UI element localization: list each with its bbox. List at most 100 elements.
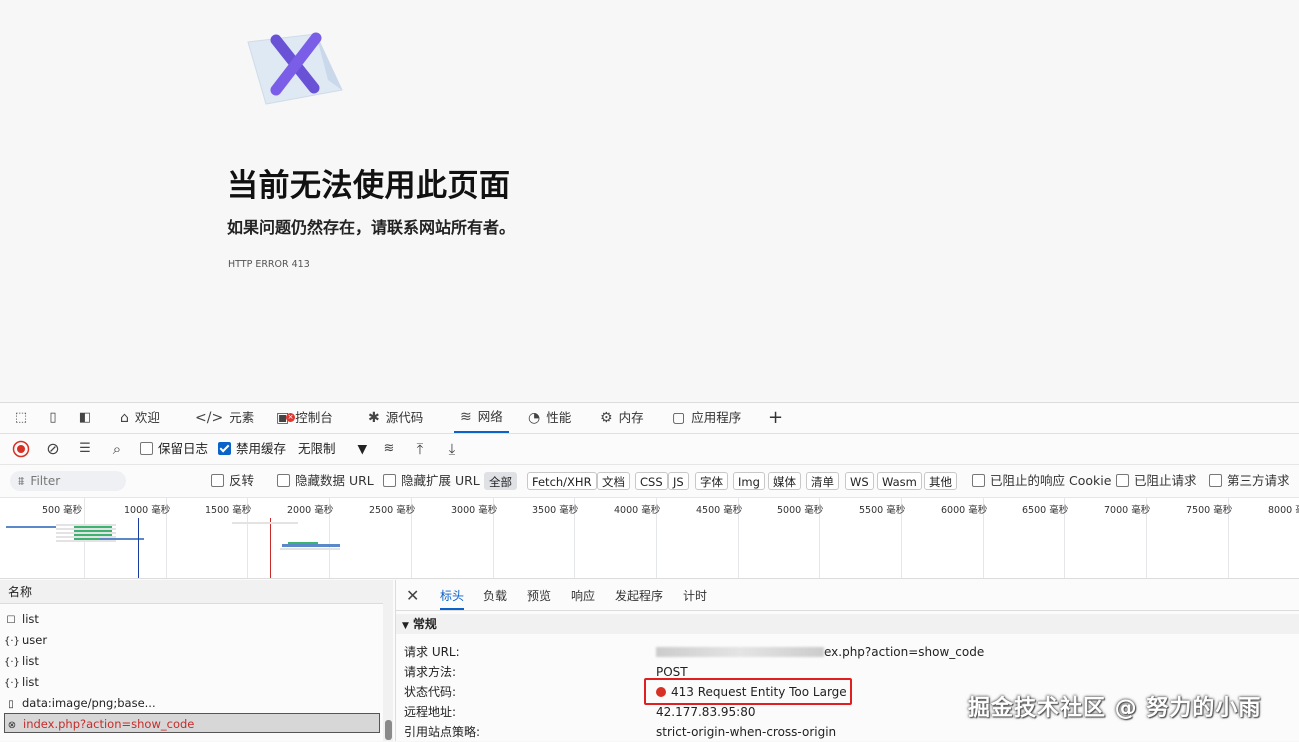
- request-row[interactable]: {·} list: [4, 651, 380, 671]
- preserve-log-checkbox[interactable]: 保留日志: [140, 440, 208, 458]
- page-title: 当前无法使用此页面: [227, 168, 511, 204]
- blocked-requests-checkbox[interactable]: 已阻止请求: [1116, 472, 1197, 490]
- request-list-scrollbar[interactable]: [383, 580, 393, 741]
- filter-type-media[interactable]: 媒体: [768, 472, 801, 490]
- tab-payload[interactable]: 负载: [483, 580, 507, 610]
- throttle-select[interactable]: 无限制 ▼: [298, 440, 367, 458]
- timeline-tick-label: 5500 毫秒: [859, 505, 906, 516]
- request-name: list: [22, 675, 39, 689]
- timeline-tick-label: 2500 毫秒: [369, 505, 416, 516]
- filter-type-doc[interactable]: 文档: [597, 472, 630, 490]
- network-conditions-icon[interactable]: ≋: [380, 440, 398, 458]
- detail-label: 请求 URL:: [404, 645, 460, 659]
- filter-type-css[interactable]: CSS: [635, 472, 668, 490]
- tab-welcome[interactable]: ⌂ 欢迎: [120, 403, 160, 433]
- referrer-policy-value[interactable]: strict-origin-when-cross-origin: [656, 722, 836, 742]
- checkbox[interactable]: [383, 474, 396, 487]
- filter-type-fetch[interactable]: Fetch/XHR: [527, 472, 597, 490]
- timeline-tick-label: 500 毫秒: [42, 505, 83, 516]
- request-row[interactable]: ▯ data:image/png;base...: [4, 693, 380, 713]
- close-icon[interactable]: ✕: [406, 586, 419, 605]
- tab-performance[interactable]: ◔ 性能: [528, 403, 571, 433]
- fetch-icon: {·}: [4, 657, 20, 668]
- filter-funnel-icon[interactable]: ☰: [76, 440, 94, 458]
- tab-initiator[interactable]: 发起程序: [615, 580, 663, 610]
- tab-label: 控制台: [295, 410, 333, 425]
- export-icon[interactable]: ⤓: [443, 440, 461, 458]
- filter-type-all[interactable]: 全部: [484, 472, 517, 490]
- waterfall-bar: [282, 544, 340, 547]
- checkbox[interactable]: [277, 474, 290, 487]
- timeline-tick-label: 5000 毫秒: [777, 505, 824, 516]
- clear-icon[interactable]: ⊘: [44, 440, 62, 458]
- disable-cache-checkbox[interactable]: 禁用缓存: [218, 440, 286, 458]
- import-icon[interactable]: ⤒: [411, 440, 429, 458]
- request-row[interactable]: ☐ list: [4, 609, 380, 629]
- code-icon: </>: [195, 410, 224, 426]
- filter-type-wasm[interactable]: Wasm: [877, 472, 922, 490]
- tab-elements[interactable]: </> 元素: [195, 403, 254, 433]
- tab-memory[interactable]: ⚙ 内存: [600, 403, 644, 433]
- tab-response[interactable]: 响应: [571, 580, 595, 610]
- add-tab-button[interactable]: +: [768, 403, 783, 433]
- waterfall-bar: [288, 542, 318, 544]
- request-row[interactable]: {·} user: [4, 630, 380, 650]
- tab-headers[interactable]: 标头: [440, 580, 465, 610]
- waterfall-bar: [6, 526, 56, 528]
- hide-data-urls-label: 隐藏数据 URL: [295, 473, 374, 488]
- filter-type-img[interactable]: Img: [733, 472, 765, 490]
- checkbox[interactable]: [140, 442, 153, 455]
- request-row[interactable]: {·} list: [4, 672, 380, 692]
- gauge-icon: ◔: [528, 410, 541, 426]
- request-row-selected[interactable]: ⊗ index.php?action=show_code: [4, 713, 380, 733]
- console-icon: ▣ ×: [276, 410, 295, 426]
- requests-header[interactable]: 名称: [0, 580, 390, 604]
- hide-ext-urls-checkbox[interactable]: 隐藏扩展 URL: [383, 472, 480, 490]
- tab-preview[interactable]: 预览: [527, 580, 551, 610]
- filter-type-js[interactable]: JS: [668, 472, 689, 490]
- filter-type-font[interactable]: 字体: [695, 472, 728, 490]
- request-name: data:image/png;base...: [22, 696, 156, 710]
- filter-placeholder: Filter: [30, 474, 61, 488]
- hide-data-urls-checkbox[interactable]: 隐藏数据 URL: [277, 472, 374, 490]
- error-code: HTTP ERROR 413: [228, 259, 310, 270]
- timeline-tick-label: 3000 毫秒: [451, 505, 498, 516]
- third-party-label: 第三方请求: [1227, 473, 1290, 488]
- checkbox[interactable]: [1116, 474, 1129, 487]
- general-section-header[interactable]: ▼ 常规: [396, 614, 1299, 634]
- filter-bar: ⩩ Filter 反转 隐藏数据 URL 隐藏扩展 URL 全部 Fetch/XH…: [0, 465, 1299, 498]
- device-emulation-icon[interactable]: ▯: [44, 409, 62, 427]
- tab-sources[interactable]: ✱ 源代码: [368, 403, 423, 433]
- blocked-cookies-checkbox[interactable]: 已阻止的响应 Cookie: [972, 472, 1111, 490]
- checkbox[interactable]: [1209, 474, 1222, 487]
- plus-icon: +: [768, 407, 784, 428]
- network-overview-timeline[interactable]: 500 毫秒 1000 毫秒 1500 毫秒 2000 毫秒 2500 毫秒 3000 毫…: [0, 498, 1299, 579]
- checkbox-checked[interactable]: [218, 442, 231, 455]
- remote-address-value[interactable]: 42.177.83.95:80: [656, 702, 755, 722]
- checkbox[interactable]: [211, 474, 224, 487]
- preserve-log-label: 保留日志: [158, 441, 209, 456]
- third-party-checkbox[interactable]: 第三方请求: [1209, 472, 1290, 490]
- filter-type-other[interactable]: 其他: [924, 472, 957, 490]
- waterfall-bar: [232, 522, 298, 524]
- record-icon[interactable]: [12, 440, 30, 458]
- checkbox[interactable]: [972, 474, 985, 487]
- dock-icon[interactable]: ◧: [76, 409, 94, 427]
- filter-input[interactable]: ⩩ Filter: [10, 471, 126, 491]
- request-url-value[interactable]: ex.php?action=show_code: [656, 642, 984, 662]
- invert-checkbox[interactable]: 反转: [211, 472, 254, 490]
- search-icon[interactable]: ⌕: [108, 440, 126, 458]
- tab-application[interactable]: ▢ 应用程序: [672, 403, 741, 433]
- scrollbar-thumb[interactable]: [385, 720, 392, 740]
- tab-label: 网络: [477, 409, 503, 424]
- tab-label: 欢迎: [134, 410, 160, 425]
- blocked-requests-label: 已阻止请求: [1134, 473, 1197, 488]
- inspect-icon[interactable]: ⬚: [12, 409, 30, 427]
- tab-console[interactable]: ▣ × 控制台: [276, 403, 333, 433]
- detail-label: 状态代码:: [404, 685, 457, 699]
- tab-timing[interactable]: 计时: [683, 580, 707, 610]
- timeline-tick-label: 6000 毫秒: [941, 505, 988, 516]
- tab-network[interactable]: ≋ 网络: [454, 403, 509, 433]
- filter-type-manifest[interactable]: 清单: [806, 472, 839, 490]
- filter-type-ws[interactable]: WS: [845, 472, 874, 490]
